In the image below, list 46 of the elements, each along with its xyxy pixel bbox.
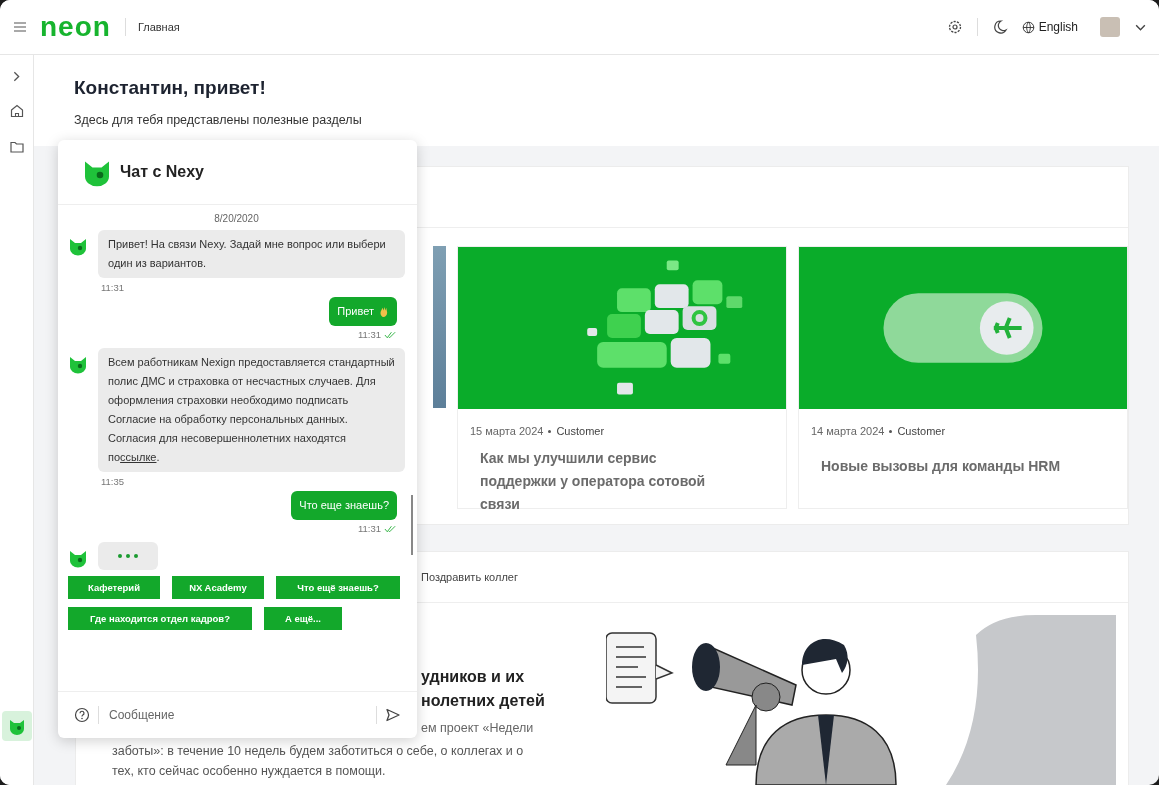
news-date: 15 марта 2024: [470, 425, 544, 438]
chat-title: Чат с Nexy: [120, 163, 204, 181]
events-text: ем проект «Недели: [421, 721, 535, 735]
news-tag: Customer: [897, 425, 946, 438]
quick-reply-button[interactable]: Где находится отдел кадров?: [68, 607, 252, 630]
message-time: 11:31: [357, 329, 381, 340]
settings-icon[interactable]: [946, 19, 963, 35]
bot-message: Всем работникам Nexign предоставляется стандартный полис ДМС и страховка от несчастных случаев. Для оформления страховки необходимо подписать Согласие на обработку персональных данных. Согласия для несовершеннолетних находятся поссылке.: [98, 348, 405, 472]
quick-reply-button[interactable]: NX Academy: [172, 576, 264, 599]
cat-avatar-icon: [68, 354, 88, 374]
cat-avatar-icon: [68, 236, 88, 256]
message-time: 11:31: [357, 523, 381, 534]
news-card[interactable]: 14 марта 2024 Customer Новые вызовы для команды HRM: [798, 246, 1128, 510]
separator-dot: [889, 429, 893, 433]
quick-reply-button[interactable]: Что ещё знаешь?: [276, 576, 400, 599]
help-icon[interactable]: [74, 707, 90, 723]
events-text: тех, кто сейчас особенно нуждается в помощи.: [111, 763, 387, 780]
logo[interactable]: neon: [40, 13, 111, 41]
events-heading: нолетних детей: [421, 691, 546, 711]
bot-message: Привет! На связи Nexy. Задай мне вопрос или выбери один из вариантов.: [98, 230, 405, 278]
message-time: 11:35: [100, 475, 126, 489]
language-button[interactable]: English: [1021, 20, 1078, 34]
news-date: 14 марта 2024: [811, 425, 885, 438]
user-message: Привет: [329, 297, 397, 326]
congratulate-tab[interactable]: Поздравить коллег: [421, 571, 518, 583]
news-title[interactable]: Новые вызовы для команды HRM: [799, 437, 1103, 479]
breadcrumb[interactable]: Главная: [137, 21, 180, 33]
document-bubble-icon: [606, 632, 674, 704]
quick-reply-button[interactable]: А ещё...: [264, 607, 342, 630]
greeting-title: Константин, привет!: [74, 77, 267, 99]
separator-dot: [548, 429, 552, 433]
user-message: Что еще знаешь?: [291, 491, 397, 520]
send-icon[interactable]: [385, 707, 401, 723]
moon-icon[interactable]: [991, 19, 1008, 35]
news-tag: Customer: [556, 425, 605, 438]
news-card[interactable]: 15 марта 2024 Customer Как мы улучшили сервис поддержки у оператора сотовой связи: [457, 246, 787, 510]
home-icon[interactable]: [8, 103, 25, 119]
folder-icon[interactable]: [8, 139, 25, 155]
greeting-subtitle: Здесь для тебя представлены полезные разделы: [74, 113, 363, 127]
globe-icon: [1021, 20, 1035, 34]
cat-avatar-icon: [68, 548, 88, 568]
events-heading: удников и их: [421, 667, 526, 687]
events-text: заботы»: в течение 10 недель будем заботиться о себе, о коллегах и о: [111, 743, 525, 760]
chat-date: 8/20/2020: [213, 213, 260, 224]
message-time: 11:31: [100, 281, 126, 295]
quick-reply-button[interactable]: Кафетерий: [68, 576, 160, 599]
